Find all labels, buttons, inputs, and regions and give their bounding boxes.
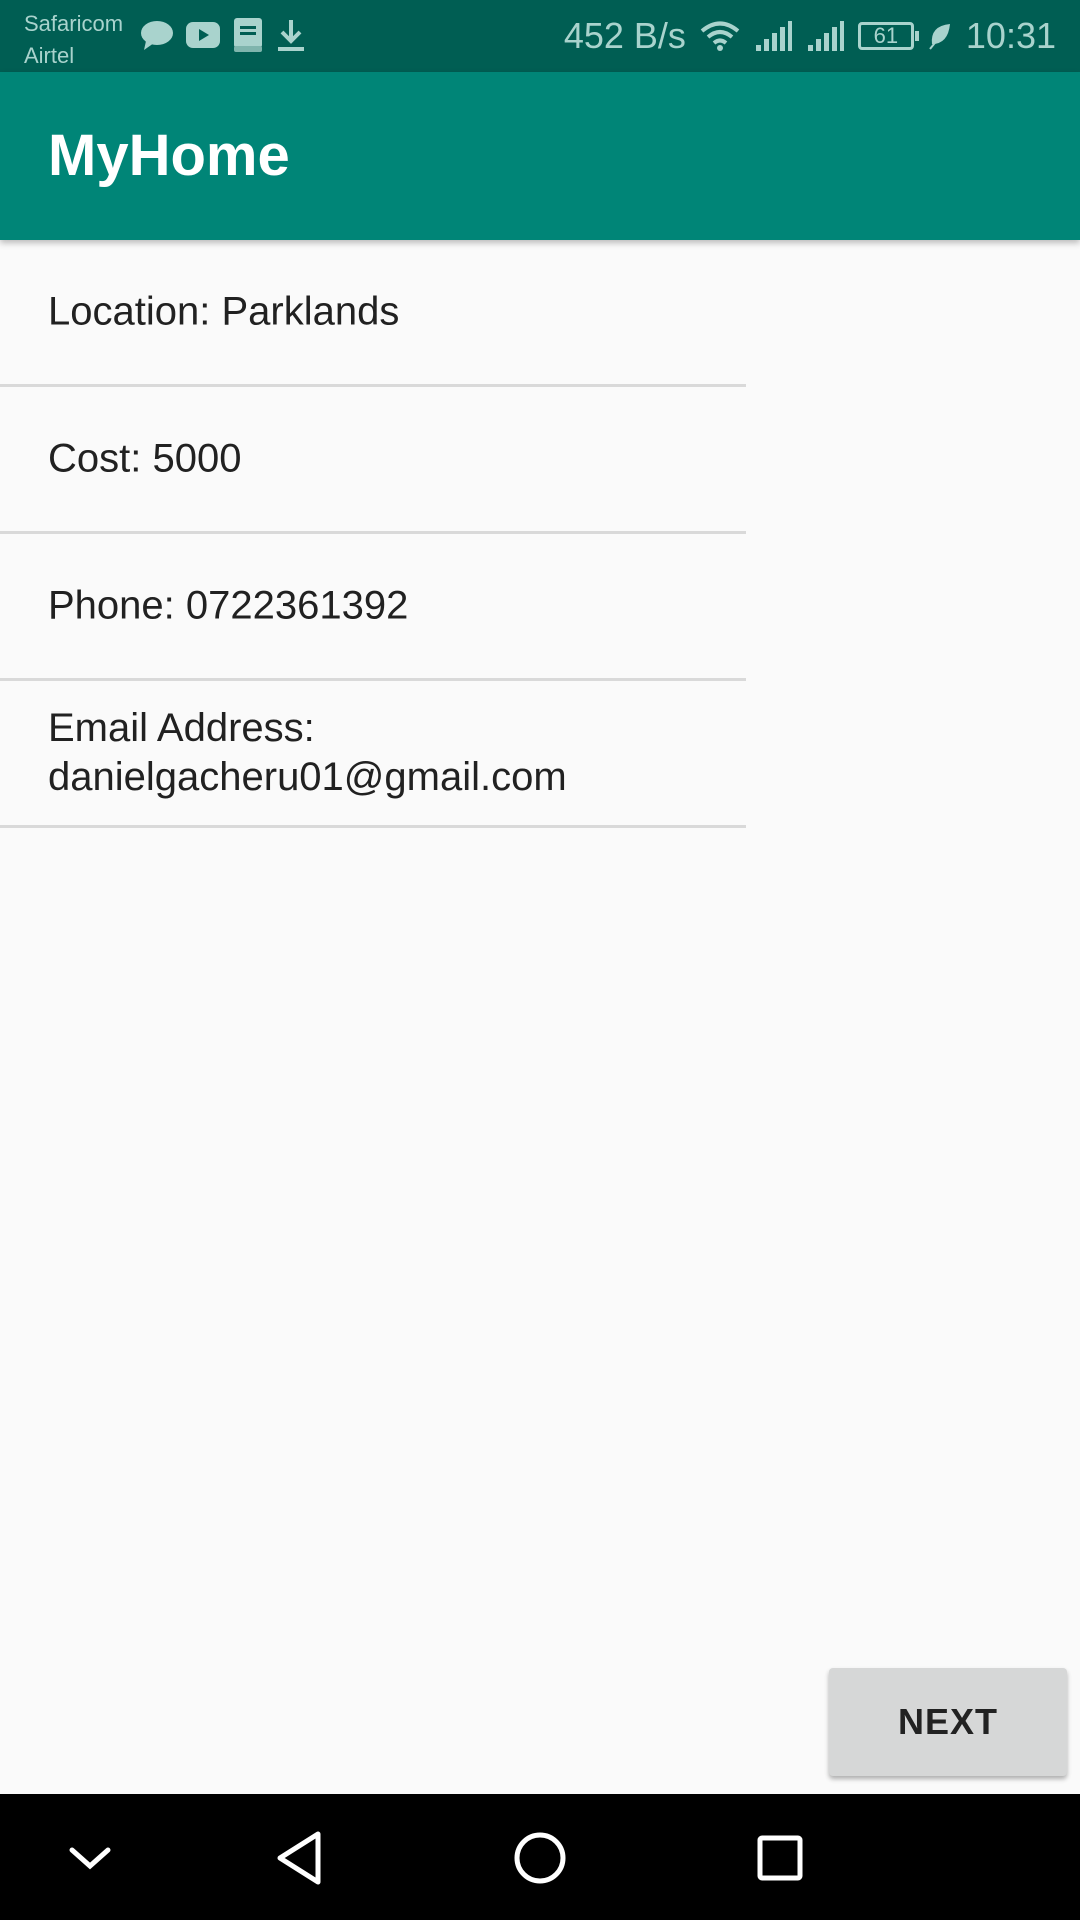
chat-bubble-icon	[140, 19, 174, 51]
carrier-primary: Safaricom	[24, 11, 124, 36]
power-saving-leaf-icon	[928, 22, 952, 50]
app-bar: MyHome	[0, 72, 1080, 240]
carrier-labels: Safaricom Airtel	[24, 8, 123, 72]
youtube-icon	[186, 22, 220, 48]
signal-icon-sim1	[754, 21, 792, 51]
clock: 10:31	[965, 15, 1056, 56]
hide-nav-chevron-down-icon[interactable]	[58, 1826, 122, 1890]
recents-square-icon[interactable]	[748, 1826, 812, 1890]
detail-phone-text: Phone: 0722361392	[48, 583, 409, 628]
back-triangle-icon[interactable]	[268, 1826, 332, 1890]
app-title: MyHome	[48, 123, 290, 188]
download-icon	[276, 18, 306, 52]
status-bar: Safaricom Airtel 452 B/s 61 10:31	[0, 0, 1080, 72]
bible-app-icon	[232, 18, 264, 52]
signal-icon-sim2	[806, 21, 844, 51]
details-list: Location: Parklands Cost: 5000 Phone: 07…	[0, 240, 746, 828]
detail-location-text: Location: Parklands	[48, 289, 400, 334]
wifi-icon	[700, 20, 740, 52]
navigation-bar	[0, 1794, 1080, 1920]
detail-cost-text: Cost: 5000	[48, 436, 242, 481]
net-speed: 452 B/s	[563, 15, 686, 56]
notification-icons	[140, 18, 306, 52]
status-indicators: 452 B/s 61 10:31	[564, 12, 1056, 60]
detail-cost[interactable]: Cost: 5000	[0, 387, 746, 534]
detail-email-text: Email Address: danielgacheru01@gmail.com	[48, 706, 567, 799]
next-button[interactable]: NEXT	[829, 1668, 1067, 1776]
home-circle-icon[interactable]	[508, 1826, 572, 1890]
screen: Safaricom Airtel 452 B/s 61 10:31 MyHome…	[0, 0, 1080, 1920]
detail-email[interactable]: Email Address: danielgacheru01@gmail.com	[0, 681, 746, 828]
detail-phone[interactable]: Phone: 0722361392	[0, 534, 746, 681]
carrier-secondary: Airtel	[24, 43, 75, 68]
battery-icon: 61	[857, 22, 919, 50]
detail-location[interactable]: Location: Parklands	[0, 240, 746, 387]
